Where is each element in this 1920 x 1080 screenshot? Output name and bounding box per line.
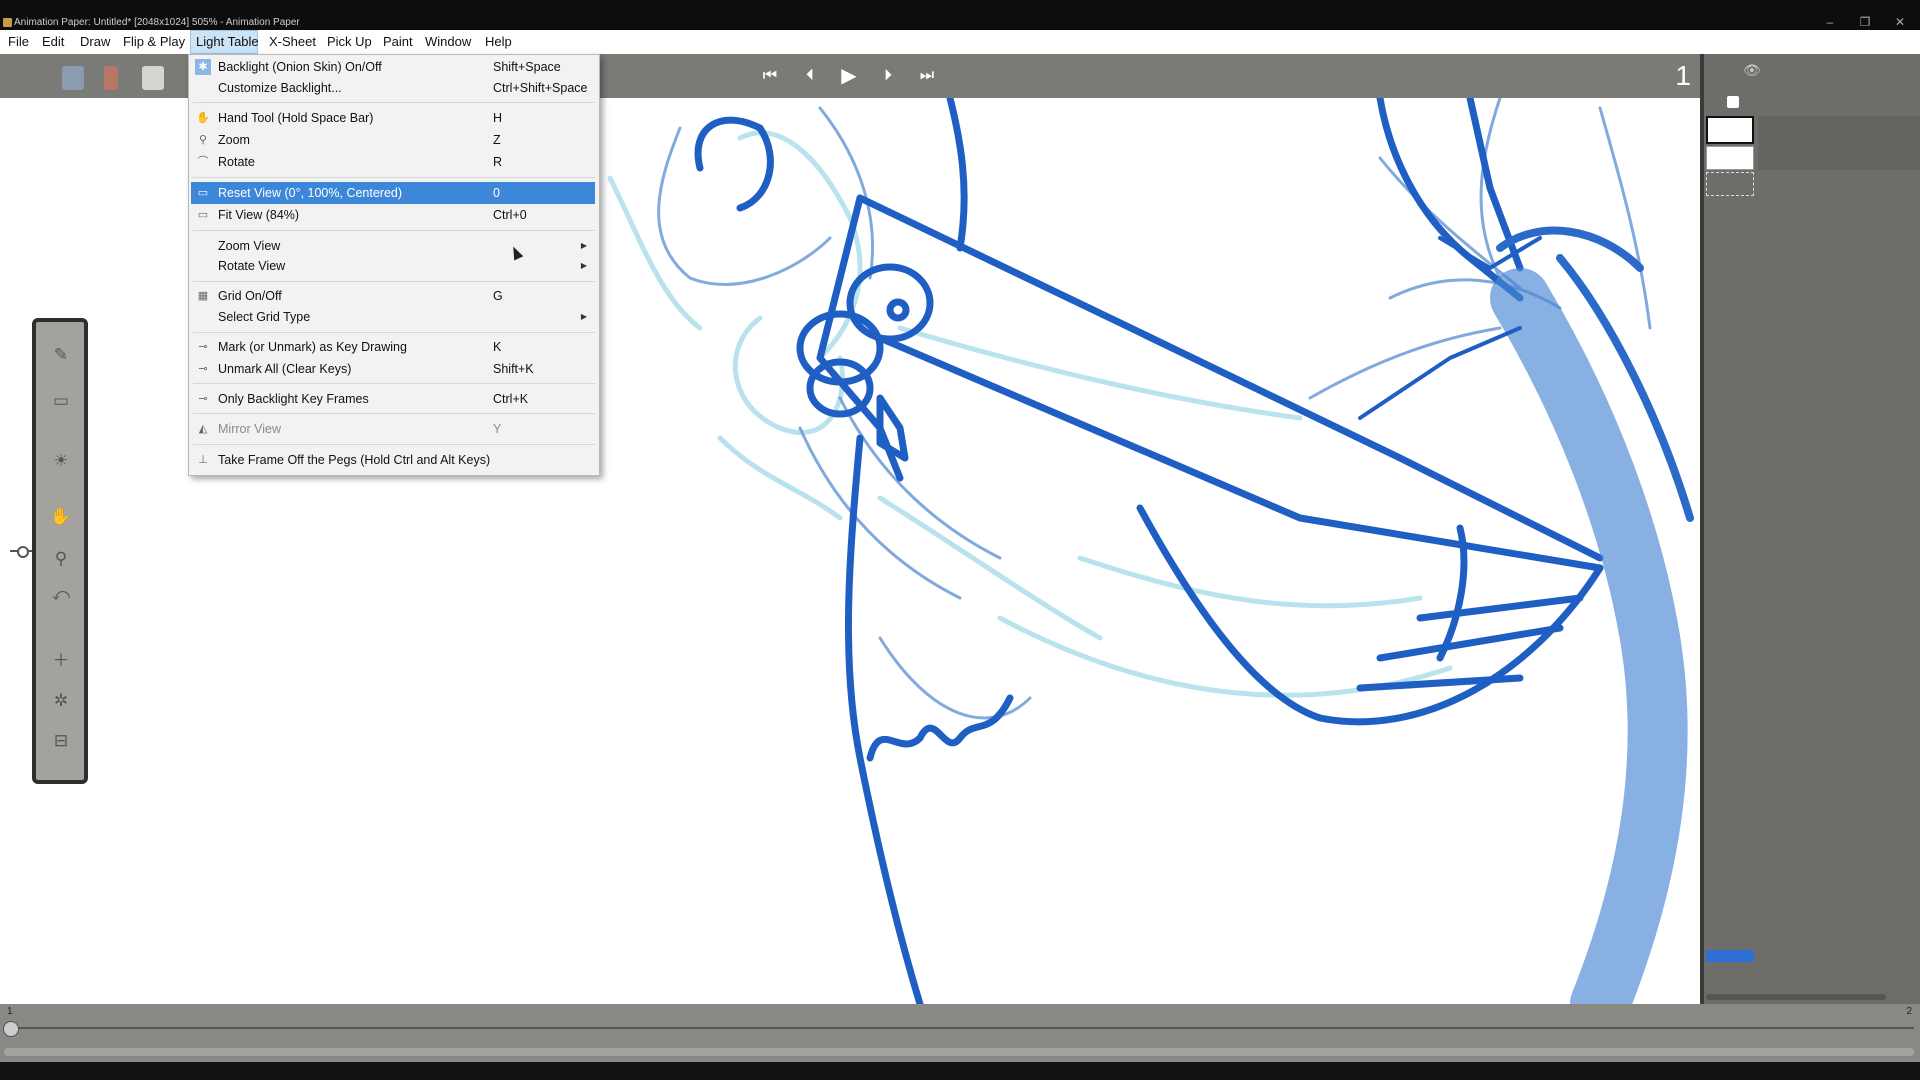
mirror-icon: ◭	[198, 423, 208, 435]
submenu-arrow-icon: ▶	[580, 241, 587, 250]
pencil-tool-icon[interactable]: ✎	[50, 344, 72, 366]
menu-item-rotate[interactable]: ⌒ Rotate R	[191, 151, 597, 173]
menu-item-grid-toggle[interactable]: ▦ Grid On/Off G	[191, 285, 597, 307]
submenu-arrow-icon: ▶	[580, 261, 587, 270]
close-button[interactable]: ✕	[1888, 15, 1912, 29]
rotate-tool-icon[interactable]: ⤺	[50, 584, 72, 606]
timeline-end-frame: 2	[1906, 1006, 1912, 1017]
light-table-menu: ✱ Backlight (Onion Skin) On/Off Shift+Sp…	[188, 54, 600, 476]
menu-light-table[interactable]: Light Table	[190, 30, 259, 54]
play-icon[interactable]: ▶	[834, 64, 864, 88]
title-bar: Animation Paper: Untitled* [2048x1024] 5…	[0, 0, 1920, 30]
rotate-icon: ⌒	[197, 156, 209, 168]
timeline-start-frame: 1	[7, 1006, 13, 1017]
paper-stack-blue-icon[interactable]	[62, 66, 84, 90]
menu-help[interactable]: Help	[480, 30, 517, 54]
key-icon: ⊸	[198, 341, 208, 353]
minimize-button[interactable]: –	[1818, 15, 1842, 29]
timeline-bar[interactable]: 1 2	[0, 1004, 1920, 1062]
menu-separator	[193, 177, 595, 178]
menu-window[interactable]: Window	[420, 30, 476, 54]
menu-item-unmark-all[interactable]: ⊸ Unmark All (Clear Keys) Shift+K	[191, 358, 597, 380]
panel-track	[1758, 116, 1920, 170]
skip-to-end-icon[interactable]: ⏭	[912, 64, 942, 88]
menu-bar: File Edit Draw Flip & Play Light Table X…	[0, 30, 1920, 55]
previous-frame-icon[interactable]: ⏴	[795, 64, 825, 88]
fit-view-icon: ▭	[197, 209, 209, 221]
sync-icon[interactable]	[1727, 96, 1739, 108]
panel-scroll-indicator[interactable]	[1706, 950, 1754, 962]
menu-item-reset-view[interactable]: ▭ Reset View (0°, 100%, Centered) 0	[191, 182, 595, 204]
menu-item-rotate-view[interactable]: Rotate View ▶	[191, 255, 597, 277]
empty-frame-cell[interactable]	[1706, 172, 1754, 196]
menu-item-mark-key[interactable]: ⊸ Mark (or Unmark) as Key Drawing K	[191, 336, 597, 358]
menu-flip-play[interactable]: Flip & Play	[118, 30, 190, 54]
menu-item-backlight[interactable]: ✱ Backlight (Onion Skin) On/Off Shift+Sp…	[191, 56, 597, 78]
backlight-icon: ✱	[195, 59, 211, 75]
paper-stack-red-icon[interactable]	[104, 66, 118, 90]
panel-scrollbar[interactable]	[1706, 994, 1886, 1000]
menu-separator	[193, 413, 595, 414]
grid-icon: ▦	[197, 290, 209, 302]
menu-edit[interactable]: Edit	[37, 30, 69, 54]
backlight-tool-icon[interactable]: ☀	[50, 450, 72, 472]
menu-separator	[193, 332, 595, 333]
menu-item-take-off-pegs[interactable]: ⊥ Take Frame Off the Pegs (Hold Ctrl and…	[191, 449, 597, 471]
menu-separator	[193, 444, 595, 445]
menu-draw[interactable]: Draw	[75, 30, 115, 54]
current-frame-number: 1	[1675, 60, 1691, 91]
skip-to-start-icon[interactable]: ⏮	[755, 64, 785, 88]
canvas-edge-handle[interactable]	[10, 546, 34, 558]
key-frames-icon: ⊸	[198, 393, 208, 405]
menu-item-hand-tool[interactable]: ✋ Hand Tool (Hold Space Bar) H	[191, 107, 597, 129]
maximize-button[interactable]: ❐	[1853, 15, 1877, 29]
unmark-icon: ⊸	[198, 363, 208, 375]
pegs-icon: ⊥	[198, 454, 208, 466]
frame-cell-1[interactable]	[1706, 116, 1754, 144]
menu-item-customize-backlight[interactable]: Customize Backlight... Ctrl+Shift+Space	[191, 77, 597, 99]
window-title: Animation Paper: Untitled* [2048x1024] 5…	[14, 17, 300, 28]
zoom-tool-icon[interactable]: ⚲	[50, 548, 72, 570]
menu-separator	[193, 230, 595, 231]
menu-item-only-backlight-keys[interactable]: ⊸ Only Backlight Key Frames Ctrl+K	[191, 388, 597, 410]
timeline-track[interactable]	[8, 1027, 1914, 1029]
next-frame-icon[interactable]: ⏵	[873, 64, 903, 88]
add-frame-icon[interactable]: ＋	[50, 650, 72, 672]
hand-tool-icon[interactable]: ✋	[50, 506, 72, 528]
hand-icon: ✋	[196, 112, 210, 124]
animation-paper-app: Animation Paper: Untitled* [2048x1024] 5…	[0, 0, 1920, 1080]
menu-item-zoom-view[interactable]: Zoom View ▶	[191, 235, 597, 257]
menu-pick-up[interactable]: Pick Up	[322, 30, 377, 54]
reset-view-icon: ▭	[197, 187, 209, 199]
menu-separator	[193, 281, 595, 282]
submenu-arrow-icon: ▶	[580, 312, 587, 321]
menu-file[interactable]: File	[3, 30, 34, 54]
tool-palette: ✎ ▭ ☀ ✋ ⚲ ⤺ ＋ ✲ ⊟	[32, 318, 88, 784]
menu-item-fit-view[interactable]: ▭ Fit View (84%) Ctrl+0	[191, 204, 597, 226]
menu-item-select-grid-type[interactable]: Select Grid Type ▶	[191, 306, 597, 328]
layers-panel: 👁	[1700, 54, 1920, 1004]
frame-cell-2[interactable]	[1706, 146, 1754, 170]
peg-tool-icon[interactable]: ⊟	[50, 730, 72, 752]
menu-item-zoom[interactable]: ⚲ Zoom Z	[191, 129, 597, 151]
menu-separator	[193, 102, 595, 103]
paper-stack-white-icon[interactable]	[142, 66, 164, 90]
eraser-tool-icon[interactable]: ▭	[50, 390, 72, 412]
app-icon	[3, 18, 12, 27]
settings-tool-icon[interactable]: ✲	[50, 690, 72, 712]
menu-x-sheet[interactable]: X-Sheet	[264, 30, 321, 54]
menu-paint[interactable]: Paint	[378, 30, 418, 54]
horizontal-scrollbar[interactable]	[4, 1048, 1914, 1056]
zoom-icon: ⚲	[198, 134, 208, 146]
status-strip	[0, 1062, 1920, 1080]
menu-separator	[193, 383, 595, 384]
menu-item-mirror-view: ◭ Mirror View Y	[191, 418, 597, 440]
visibility-eye-icon[interactable]: 👁	[1743, 62, 1761, 79]
timeline-playhead[interactable]	[3, 1021, 19, 1037]
